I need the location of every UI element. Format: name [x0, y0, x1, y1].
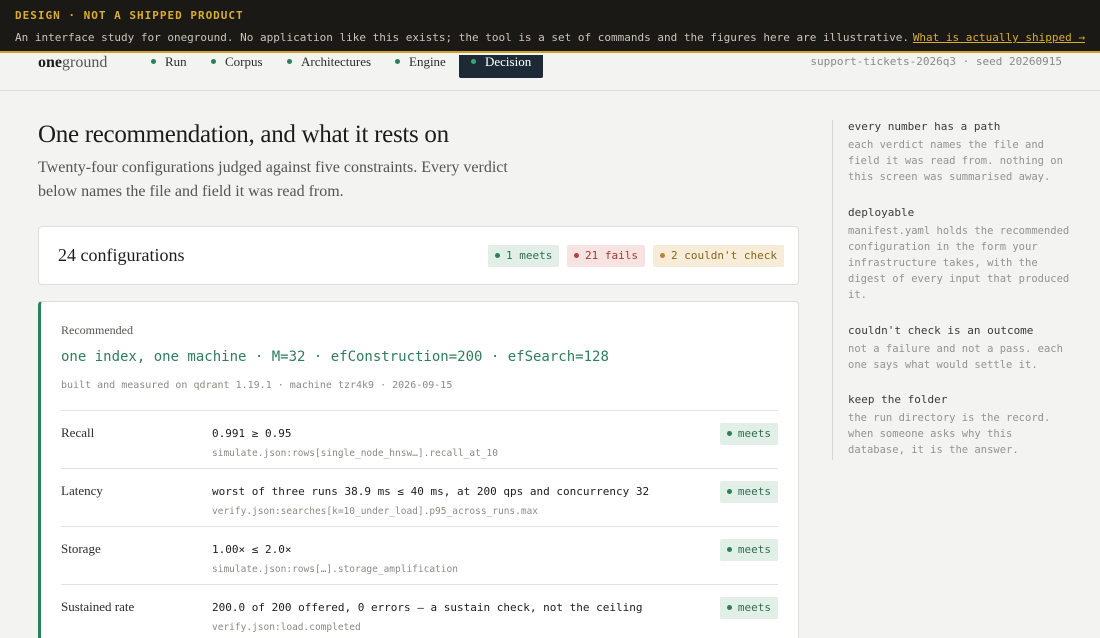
- constraint-value: worst of three runs 38.9 ms ≤ 40 ms, at …: [212, 485, 650, 498]
- recommendation-card: Recommended one index, one machine · M=3…: [38, 301, 799, 638]
- note-heading: deployable: [848, 206, 915, 219]
- constraint-row-storage: Storage 1.00× ≤ 2.0× simulate.json:rows[…: [61, 526, 778, 584]
- brand-logo[interactable]: oneground: [38, 54, 107, 72]
- banner-tag: DESIGN · NOT A SHIPPED PRODUCT: [15, 9, 244, 22]
- fails-filter-badge[interactable]: 21 fails: [567, 245, 645, 267]
- meets-dot-icon: [726, 488, 732, 494]
- constraint-source[interactable]: verify.json:load.completed: [212, 622, 361, 633]
- configurations-count: 24 configurations: [58, 245, 185, 265]
- constraint-row-latency: Latency worst of three runs 38.9 ms ≤ 40…: [61, 468, 778, 526]
- design-banner: DESIGN · NOT A SHIPPED PRODUCT An interf…: [0, 0, 1100, 53]
- recommended-config: one index, one machine · M=32 · efConstr…: [61, 349, 609, 365]
- note-body: manifest.yaml holds the recommended conf…: [848, 225, 1070, 301]
- recommended-label: Recommended: [61, 323, 133, 337]
- side-notes: every number has a path each verdict nam…: [832, 120, 1072, 460]
- constraint-source[interactable]: verify.json:searches[k=10_under_load].p9…: [212, 506, 538, 517]
- run-meta: support-tickets-2026q3 · seed 20260915: [810, 55, 1062, 68]
- verdict-badge: meets: [719, 539, 778, 561]
- note-keep-folder: keep the folder the run directory is the…: [848, 393, 1073, 458]
- constraint-value: 0.991 ≥ 0.95: [212, 427, 292, 440]
- nav-item-run[interactable]: Run: [151, 55, 187, 77]
- meets-filter-badge[interactable]: 1 meets: [488, 245, 560, 267]
- what-is-shipped-link[interactable]: What is actually shipped →: [913, 31, 1085, 44]
- verdict-badge: meets: [719, 481, 778, 503]
- top-nav: oneground Run Corpus Architectures Engin…: [0, 54, 1100, 91]
- status-dot-icon: [471, 58, 476, 64]
- page-lede: Twenty-four configurations judged agains…: [38, 159, 508, 200]
- note-heading: couldn't check is an outcome: [848, 324, 1034, 337]
- status-dot-icon: [151, 58, 156, 64]
- banner-text: An interface study for oneground. No app…: [15, 31, 910, 44]
- nav-item-engine[interactable]: Engine: [395, 55, 446, 77]
- nav-item-architectures[interactable]: Architectures: [287, 55, 371, 77]
- constraint-row-recall: Recall 0.991 ≥ 0.95 simulate.json:rows[s…: [61, 410, 778, 468]
- summary-card: 24 configurations 1 meets 21 fails 2 cou…: [38, 226, 799, 285]
- note-heading: every number has a path: [848, 120, 1001, 133]
- note-every-number: every number has a path each verdict nam…: [848, 120, 1073, 185]
- note-heading: keep the folder: [848, 393, 948, 406]
- constraint-name: Recall: [61, 425, 95, 440]
- status-dot-icon: [211, 58, 216, 64]
- note-couldnt-check: couldn't check is an outcome not a failu…: [848, 324, 1073, 373]
- meets-dot-icon: [726, 604, 732, 610]
- verdict-badge: meets: [719, 423, 778, 445]
- status-dot-icon: [395, 58, 400, 64]
- note-body: the run directory is the record. when so…: [848, 412, 1051, 456]
- constraint-source[interactable]: simulate.json:rows[…].storage_amplificat…: [212, 564, 458, 575]
- page-title: One recommendation, and what it rests on: [38, 121, 449, 148]
- note-body: each verdict names the file and field it…: [848, 139, 1063, 183]
- constraint-source[interactable]: simulate.json:rows[single_node_hnsw…].re…: [212, 448, 498, 459]
- constraint-row-sustained-rate: Sustained rate 200.0 of 200 offered, 0 e…: [61, 584, 778, 638]
- meets-dot-icon: [495, 252, 500, 258]
- constraint-name: Sustained rate: [61, 599, 135, 614]
- nav-item-decision[interactable]: Decision: [459, 55, 544, 78]
- constraint-value: 1.00× ≤ 2.0×: [212, 543, 292, 556]
- build-info: built and measured on qdrant 1.19.1 · ma…: [61, 380, 453, 391]
- meets-dot-icon: [726, 430, 732, 436]
- constraint-value: 200.0 of 200 offered, 0 errors — a susta…: [212, 601, 643, 614]
- constraint-name: Storage: [61, 541, 101, 556]
- constraint-name: Latency: [61, 483, 103, 498]
- fails-dot-icon: [574, 252, 579, 258]
- nav-item-corpus[interactable]: Corpus: [211, 55, 263, 77]
- note-body: not a failure and not a pass. each one s…: [848, 343, 1063, 371]
- verdict-badge: meets: [719, 597, 778, 619]
- status-dot-icon: [287, 58, 292, 64]
- couldnt-check-filter-badge[interactable]: 2 couldn't check: [653, 245, 784, 267]
- couldnt-check-dot-icon: [660, 252, 665, 258]
- note-deployable: deployable manifest.yaml holds the recom…: [848, 206, 1073, 303]
- meets-dot-icon: [726, 546, 732, 552]
